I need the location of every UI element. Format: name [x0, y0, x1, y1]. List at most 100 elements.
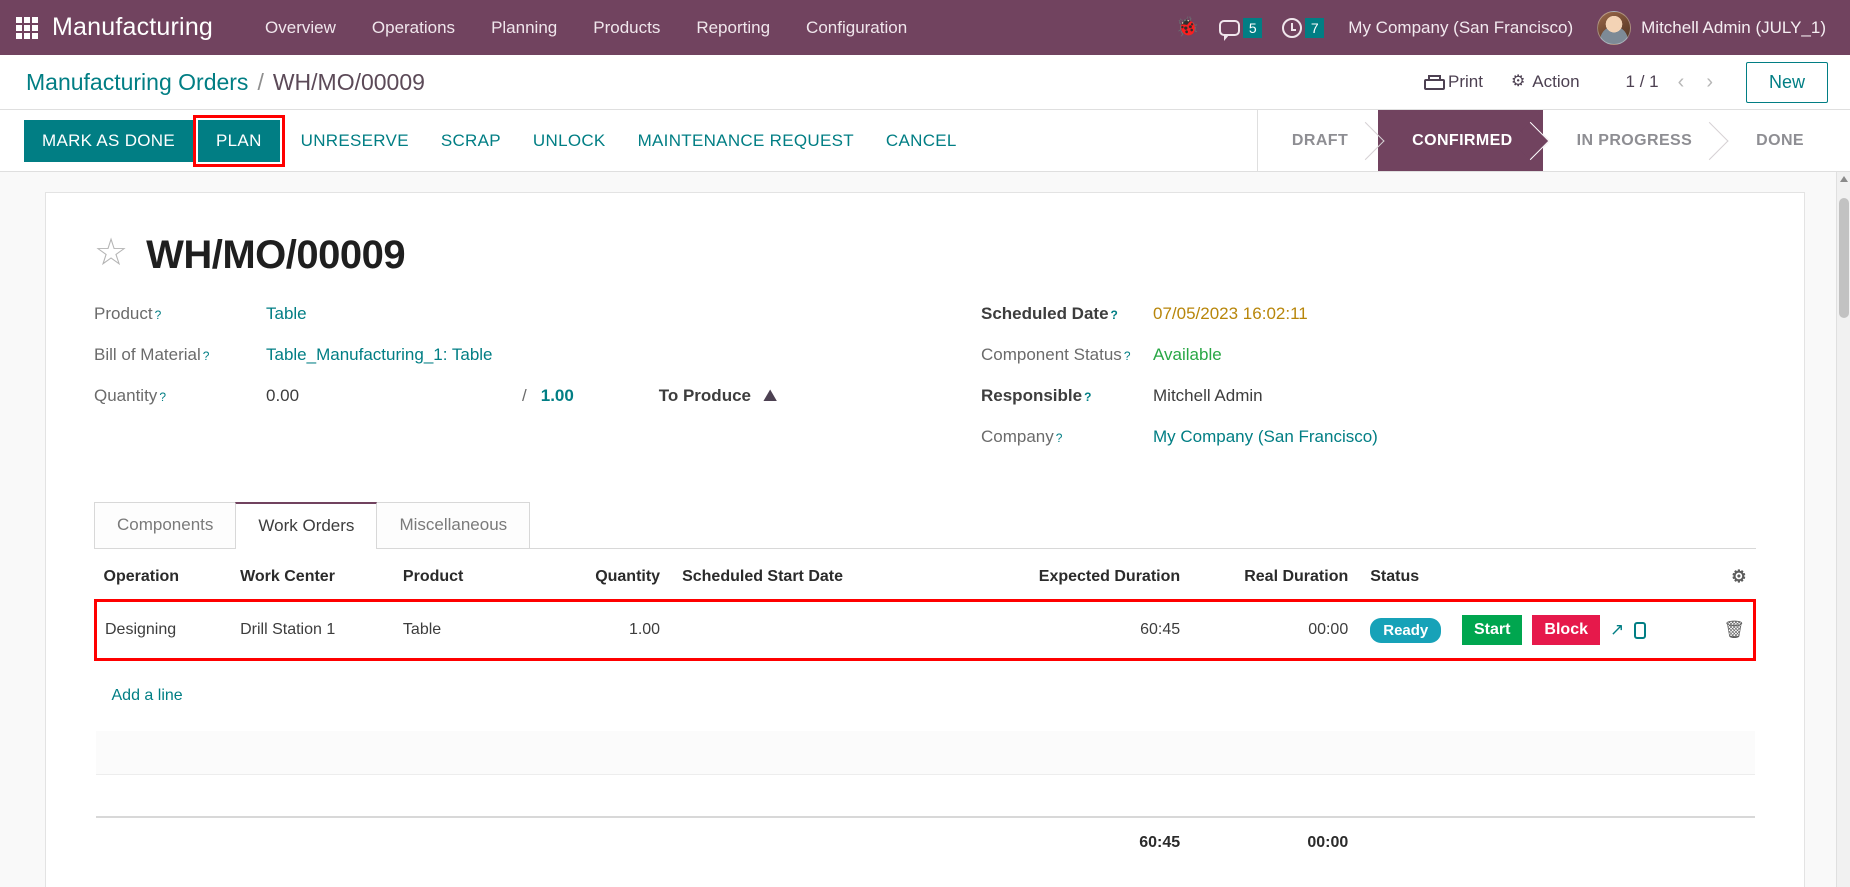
cell-expected-duration[interactable]: 60:45	[983, 599, 1189, 661]
totals-spacer-2	[232, 816, 395, 868]
settings-sliders-icon[interactable]: ⚙	[1731, 567, 1746, 586]
action-button[interactable]: ⚙ Action	[1497, 66, 1594, 98]
maintenance-request-button[interactable]: MAINTENANCE REQUEST	[622, 120, 870, 162]
field-quantity-label: Quantity ?	[94, 386, 166, 405]
menu-item-operations[interactable]: Operations	[354, 10, 473, 46]
block-button[interactable]: Block	[1532, 615, 1600, 645]
external-link-icon[interactable]: ↗	[1610, 620, 1624, 640]
menu-item-configuration[interactable]: Configuration	[788, 10, 925, 46]
stage-draft[interactable]: DRAFT	[1258, 110, 1378, 171]
col-work-center[interactable]: Work Center	[232, 555, 395, 601]
field-component-status-label: Component Status ?	[981, 345, 1131, 364]
breadcrumb-root-link[interactable]: Manufacturing Orders	[26, 69, 248, 96]
field-scheduled-date-value[interactable]: 07/05/2023 16:02:11	[1153, 304, 1308, 324]
field-company-value[interactable]: My Company (San Francisco)	[1153, 427, 1378, 447]
menu-item-planning[interactable]: Planning	[473, 10, 575, 46]
pager: 1 / 1 ‹ ›	[1620, 69, 1722, 96]
unreserve-button[interactable]: UNRESERVE	[285, 120, 425, 162]
tab-work-orders[interactable]: Work Orders	[235, 502, 378, 549]
field-product-value[interactable]: Table	[266, 304, 307, 324]
cell-scheduled-start-date[interactable]	[668, 599, 984, 661]
cell-real-duration[interactable]: 00:00	[1188, 599, 1357, 661]
new-button[interactable]: New	[1745, 61, 1828, 103]
help-icon[interactable]: ?	[203, 349, 210, 363]
stage-confirmed[interactable]: CONFIRMED	[1378, 110, 1543, 171]
col-product[interactable]: Product	[394, 555, 579, 601]
field-product-label: Product ?	[94, 304, 162, 323]
form-view-scroll-area: ☆ WH/MO/00009 Product ? Table Bill of Ma…	[0, 172, 1850, 887]
stage-done[interactable]: DONE	[1722, 110, 1834, 171]
apps-grid-icon[interactable]	[14, 15, 40, 41]
col-operation[interactable]: Operation	[95, 555, 233, 601]
app-brand-title[interactable]: Manufacturing	[52, 13, 213, 42]
optional-columns-toggle[interactable]: ⚙	[1695, 555, 1755, 601]
menu-item-overview[interactable]: Overview	[247, 10, 354, 46]
trash-icon[interactable]: 🗑	[1723, 620, 1745, 639]
stage-in-progress[interactable]: IN PROGRESS	[1543, 110, 1723, 171]
help-icon[interactable]: ?	[1111, 308, 1118, 322]
field-responsible: Responsible ? Mitchell Admin	[981, 386, 1756, 406]
chevron-left-icon[interactable]: ‹	[1669, 69, 1694, 96]
menu-item-reporting[interactable]: Reporting	[678, 10, 788, 46]
field-bill-of-material: Bill of Material ? Table_Manufacturing_1…	[94, 345, 925, 365]
vertical-scrollbar[interactable]	[1836, 172, 1850, 887]
tab-miscellaneous[interactable]: Miscellaneous	[376, 502, 531, 548]
scrollbar-thumb[interactable]	[1839, 198, 1849, 318]
scrap-button[interactable]: SCRAP	[425, 120, 517, 162]
pager-value[interactable]: 1 / 1	[1620, 72, 1665, 92]
messages-count-badge: 5	[1243, 17, 1263, 38]
cancel-button[interactable]: CANCEL	[870, 120, 973, 162]
quantity-group: 0.00 / 1.00 To Produce ⛰	[266, 386, 777, 406]
notebook: Components Work Orders Miscellaneous Ope…	[94, 502, 1756, 868]
cell-product[interactable]: Table	[394, 599, 579, 661]
help-icon[interactable]: ?	[155, 308, 162, 322]
quantity-total-value: 1.00	[540, 386, 574, 405]
quantity-done-input[interactable]: 0.00	[266, 386, 522, 406]
scroll-up-arrow-icon[interactable]	[1840, 176, 1848, 182]
col-quantity[interactable]: Quantity	[578, 555, 669, 601]
mark-as-done-button[interactable]: MARK AS DONE	[24, 119, 194, 162]
star-icon[interactable]: ☆	[94, 234, 128, 272]
tab-components[interactable]: Components	[94, 502, 237, 548]
company-switcher[interactable]: My Company (San Francisco)	[1334, 10, 1587, 46]
mountain-widget-icon[interactable]: ⛰	[763, 386, 777, 406]
col-status[interactable]: Status	[1356, 555, 1454, 601]
activities-count-badge: 7	[1305, 17, 1325, 38]
tablet-icon[interactable]	[1634, 621, 1647, 639]
control-panel-actions: Print ⚙ Action 1 / 1 ‹ › New	[1410, 61, 1828, 103]
cell-work-center[interactable]: Drill Station 1	[232, 599, 395, 661]
help-icon[interactable]: ?	[1056, 431, 1063, 445]
start-button[interactable]: Start	[1461, 615, 1523, 645]
chevron-right-icon[interactable]: ›	[1697, 69, 1722, 96]
field-bill-of-material-value[interactable]: Table_Manufacturing_1: Table	[266, 345, 493, 365]
cell-quantity[interactable]: 1.00	[578, 599, 669, 661]
cell-operation[interactable]: Designing	[94, 599, 233, 661]
field-responsible-value[interactable]: Mitchell Admin	[1153, 386, 1263, 406]
debug-menu-button[interactable]: 🐞	[1166, 12, 1210, 43]
table-row[interactable]: Designing Drill Station 1 Table 1.00 60:…	[94, 599, 1756, 661]
help-icon[interactable]: ?	[1084, 390, 1091, 404]
messages-button[interactable]: 5	[1209, 12, 1272, 44]
col-real-duration[interactable]: Real Duration	[1188, 555, 1357, 601]
print-button[interactable]: Print	[1410, 66, 1497, 98]
activities-button[interactable]: 7	[1272, 12, 1334, 44]
help-icon[interactable]: ?	[1124, 349, 1131, 363]
add-a-line-link[interactable]: Add a line	[104, 674, 191, 718]
user-menu[interactable]: Mitchell Admin (JULY_1)	[1587, 7, 1832, 49]
status-bar: DRAFT CONFIRMED IN PROGRESS DONE	[1256, 110, 1850, 171]
plan-button[interactable]: PLAN	[198, 119, 280, 162]
add-line-row: Add a line	[96, 660, 1755, 732]
top-navbar: Manufacturing Overview Operations Planni…	[0, 0, 1850, 55]
col-scheduled-start-date[interactable]: Scheduled Start Date	[668, 555, 984, 601]
work-orders-table-header: Operation Work Center Product Quantity S…	[95, 555, 1755, 601]
main-menu: Overview Operations Planning Products Re…	[247, 10, 925, 46]
menu-item-products[interactable]: Products	[575, 10, 678, 46]
help-icon[interactable]: ?	[159, 390, 166, 404]
unlock-button[interactable]: UNLOCK	[517, 120, 622, 162]
totals-spacer-4	[578, 816, 669, 868]
form-fields: Product ? Table Bill of Material ? Table…	[94, 304, 1756, 468]
breadcrumb-separator: /	[257, 68, 264, 95]
totals-spacer-5	[668, 816, 984, 868]
col-expected-duration[interactable]: Expected Duration	[983, 555, 1189, 601]
work-orders-table: Operation Work Center Product Quantity S…	[94, 555, 1756, 868]
